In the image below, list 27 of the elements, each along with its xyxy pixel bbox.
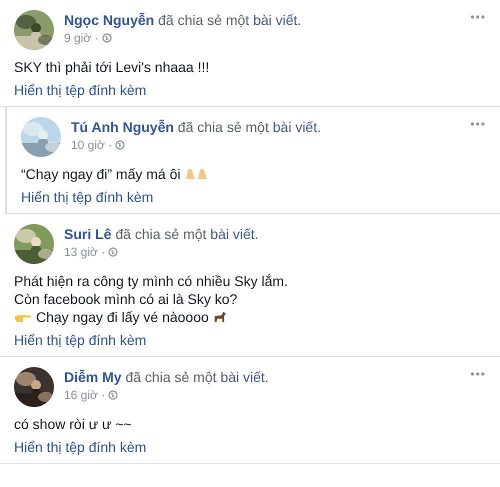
post-text: “Chạy ngay đi” mấy má ôi [21,165,181,183]
post-text: SKY thì phải tới Levi's nhaaa !!! [14,58,210,76]
show-attachment-link[interactable]: Hiển thị tệp đính kèm [14,82,146,98]
author-link[interactable]: Tú Anh Nguyễn [71,119,174,135]
post-text: Chạy ngay đi lấy vé nàoooo [36,308,209,326]
post-text: Còn facebook mình có ai là Sky ko? [14,290,238,308]
author-link[interactable]: Suri Lê [64,226,112,242]
horse-icon [212,311,226,323]
post-text: Phát hiện ra công ty mình có nhiều Sky lắm. [14,272,288,290]
post-text: có show ròi ư ư ~~ [14,415,132,433]
post-header-text: Diễm My đã chia sẻ một bài viết. [64,369,270,385]
show-attachment-link[interactable]: Hiển thị tệp đính kèm [14,332,146,348]
globe-icon [102,33,112,43]
show-attachment-link[interactable]: Hiển thị tệp đính kèm [14,439,146,455]
globe-icon [115,140,126,150]
globe-icon [108,390,118,400]
post-link[interactable]: bài viết. [272,119,321,135]
author-link[interactable]: Ngọc Nguyễn [64,12,154,28]
show-attachment-link[interactable]: Hiển thị tệp đính kèm [21,189,154,205]
post-link[interactable]: bài viết. [253,12,302,28]
post-link[interactable]: bài viết. [210,226,259,242]
post-header-text: Tú Anh Nguyễn đã chia sẻ một bài viết. [71,119,322,135]
globe-icon [108,247,118,257]
post-header-text: Suri Lê đã chia sẻ một bài viết. [64,226,260,242]
post-link[interactable]: bài viết. [220,369,269,385]
post-header-text: Ngọc Nguyễn đã chia sẻ một bài viết. [64,12,302,28]
author-link[interactable]: Diễm My [64,369,122,385]
